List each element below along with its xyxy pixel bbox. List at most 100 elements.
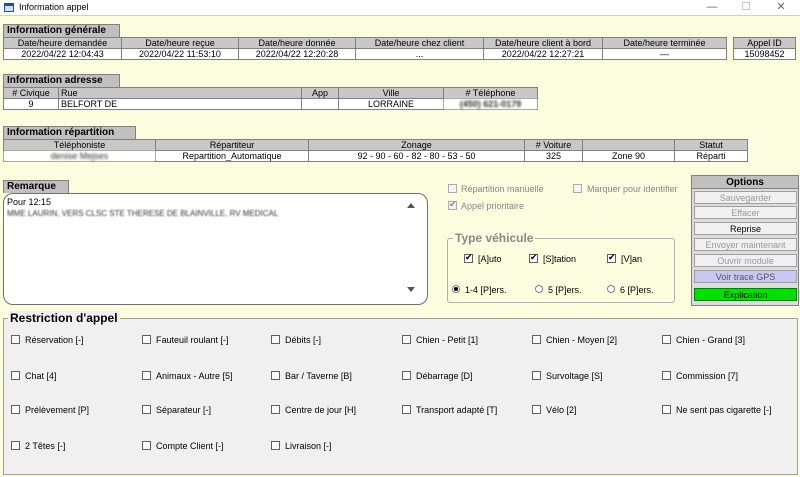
remarque-scroll-up[interactable] [407, 202, 416, 210]
header-date-demandee: Date/heure demandée [3, 37, 122, 49]
restriction-chien-petit-label: Chien - Petit [1] [416, 335, 479, 345]
restriction-velo-checkbox[interactable] [532, 405, 541, 414]
restriction-compte-client-checkbox[interactable] [142, 441, 151, 450]
appel-id-value: 15098452 [733, 48, 796, 60]
voir-trace-gps-button[interactable]: Voir trace GPS [694, 270, 797, 283]
title-bar: Information appel — ☐ ✕ [0, 0, 800, 16]
app-window-icon [4, 3, 14, 12]
scroll-up-arrow-icon [407, 203, 415, 208]
pers-1-4-label: 1-4 [P]ers. [465, 285, 507, 295]
remarque-scroll-down[interactable] [407, 286, 416, 294]
value-voiture: 325 [524, 150, 583, 162]
station-checkbox[interactable] [529, 253, 538, 263]
header-voiture: # Voiture [524, 139, 583, 151]
restriction-transport-adapte-label: Transport adapté [T] [416, 405, 498, 415]
close-button[interactable]: ✕ [766, 1, 796, 14]
repartition-manuelle-checkbox[interactable] [448, 184, 457, 193]
marquer-identifier-checkbox[interactable] [573, 184, 582, 193]
restriction-ne-sent-pas-cigarette-label: Ne sent pas cigarette [-] [676, 405, 772, 415]
appel-id-table: Appel ID 15098452 [733, 37, 796, 60]
restriction-reservation-checkbox[interactable] [11, 335, 20, 344]
restriction-chat-checkbox[interactable] [11, 371, 20, 380]
restriction-chien-petit-checkbox[interactable] [402, 335, 411, 344]
info-repartition-title: Information répartition [3, 126, 136, 139]
restriction-compte-client-label: Compte Client [-] [156, 441, 224, 451]
restriction-commission-checkbox[interactable] [662, 371, 671, 380]
restriction-debits-checkbox[interactable] [271, 335, 280, 344]
value-date-terminee: — [602, 48, 727, 60]
effacer-button[interactable]: Effacer [694, 206, 797, 219]
header-zonage: Zonage [308, 139, 525, 151]
restriction-fauteuil-roulant-label: Fauteuil roulant [-] [156, 335, 229, 345]
value-repartiteur: Repartition_Automatique [155, 150, 309, 162]
explication-button[interactable]: Explication [694, 288, 797, 301]
appel-id-label: Appel ID [733, 37, 796, 49]
header-date-client-a-bord: Date/heure client à bord [483, 37, 603, 49]
restriction-prelevement-checkbox[interactable] [11, 405, 20, 414]
van-checkbox[interactable] [607, 253, 616, 263]
options-title: Options [691, 175, 799, 189]
ouvrir-module-button[interactable]: Ouvrir module [694, 254, 797, 267]
value-date-chez-client: ... [355, 48, 484, 60]
pers-6-label: 6 [P]ers. [620, 285, 654, 295]
info-generale-table: Date/heure demandée Date/heure reçue Dat… [3, 37, 727, 60]
value-zone: Zone 90 [582, 150, 675, 162]
restriction-chien-grand-label: Chien - Grand [3] [676, 335, 746, 345]
repartition-manuelle-label: Répartition manuelle [461, 184, 544, 194]
restriction-reservation-label: Réservation [-] [25, 335, 84, 345]
restriction-2-tetes-checkbox[interactable] [11, 441, 20, 450]
maximize-button[interactable]: ☐ [731, 1, 761, 14]
restriction-bar-taverne-checkbox[interactable] [271, 371, 280, 380]
remarque-textarea[interactable]: Pour 12:15 MME LAURIN, VERS CLSC STE THE… [3, 193, 428, 305]
info-adresse-table: # Civique Rue App Ville # Téléphone 9 BE… [3, 87, 538, 110]
window-title: Information appel [19, 2, 89, 12]
restriction-livraison-checkbox[interactable] [271, 441, 280, 450]
header-civique: # Civique [3, 87, 59, 99]
restriction-ne-sent-pas-cigarette-checkbox[interactable] [662, 405, 671, 414]
header-zone [582, 139, 675, 151]
remarque-line-2: MME LAURIN, VERS CLSC STE THERESE DE BLA… [7, 209, 279, 218]
pers-5-radio[interactable] [535, 285, 543, 293]
restriction-bar-taverne-label: Bar / Taverne [B] [285, 371, 352, 381]
restriction-centre-de-jour-label: Centre de jour [H] [285, 405, 357, 415]
value-date-demandee: 2022/04/22 12:04:43 [3, 48, 122, 60]
restriction-survoltage-label: Survoltage [S] [546, 371, 603, 381]
restriction-livraison-label: Livraison [-] [285, 441, 332, 451]
header-telephone: # Téléphone [443, 87, 538, 99]
value-telephone: (450) 621-0179 [443, 98, 538, 110]
value-telephoniste: denise Mejses [3, 150, 156, 162]
info-generale-title: Information générale [3, 24, 120, 37]
pers-6-radio[interactable] [607, 285, 615, 293]
restriction-transport-adapte-checkbox[interactable] [402, 405, 411, 414]
restriction-chien-grand-checkbox[interactable] [662, 335, 671, 344]
restriction-chien-moyen-label: Chien - Moyen [2] [546, 335, 618, 345]
header-ville: Ville [338, 87, 444, 99]
header-repartiteur: Répartiteur [155, 139, 309, 151]
remarque-title: Remarque [3, 180, 69, 193]
restriction-centre-de-jour-checkbox[interactable] [271, 405, 280, 414]
restriction-survoltage-checkbox[interactable] [532, 371, 541, 380]
sauvegarder-button[interactable]: Sauvegarder [694, 191, 797, 204]
restriction-debarrage-label: Débarrage [D] [416, 371, 473, 381]
auto-checkbox[interactable] [464, 253, 473, 263]
header-date-terminee: Date/heure terminée [602, 37, 727, 49]
envoyer-maintenant-button[interactable]: Envoyer maintenant [694, 238, 797, 251]
pers-1-4-radio[interactable] [452, 285, 460, 293]
appel-prioritaire-checkbox[interactable] [448, 200, 457, 210]
restriction-debarrage-checkbox[interactable] [402, 371, 411, 380]
value-rue: BELFORT DE [58, 98, 302, 110]
header-date-donnee: Date/heure donnée [238, 37, 356, 49]
reprise-button[interactable]: Reprise [694, 222, 797, 235]
minimize-button[interactable]: — [697, 1, 727, 14]
restriction-animaux-autre-label: Animaux - Autre [5] [156, 371, 233, 381]
restriction-chien-moyen-checkbox[interactable] [532, 335, 541, 344]
restriction-fauteuil-roulant-checkbox[interactable] [142, 335, 151, 344]
van-label: [V]an [621, 254, 643, 264]
pers-5-label: 5 [P]ers. [548, 285, 582, 295]
restriction-animaux-autre-checkbox[interactable] [142, 371, 151, 380]
info-adresse-title: Information adresse [3, 74, 120, 87]
value-civique: 9 [3, 98, 59, 110]
restriction-prelevement-label: Prélèvement [P] [25, 405, 90, 415]
restriction-chat-label: Chat [4] [25, 371, 57, 381]
restriction-separateur-checkbox[interactable] [142, 405, 151, 414]
